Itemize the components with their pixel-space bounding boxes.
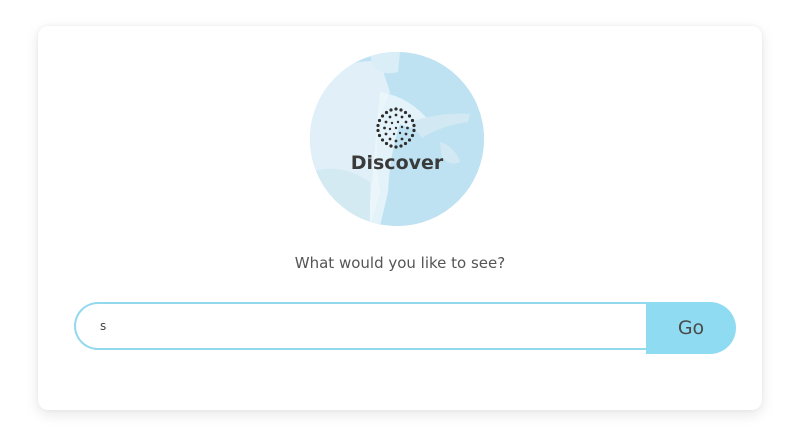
discover-card: Discover What would you like to see? Go (38, 26, 762, 410)
logo-title: Discover (350, 152, 444, 174)
dotted-spiral-icon (376, 107, 416, 149)
search-input[interactable] (74, 302, 648, 350)
search-form: Go (74, 302, 736, 354)
go-button[interactable]: Go (646, 302, 736, 354)
search-prompt: What would you like to see? (294, 254, 506, 272)
discover-logo: Discover (310, 52, 484, 226)
